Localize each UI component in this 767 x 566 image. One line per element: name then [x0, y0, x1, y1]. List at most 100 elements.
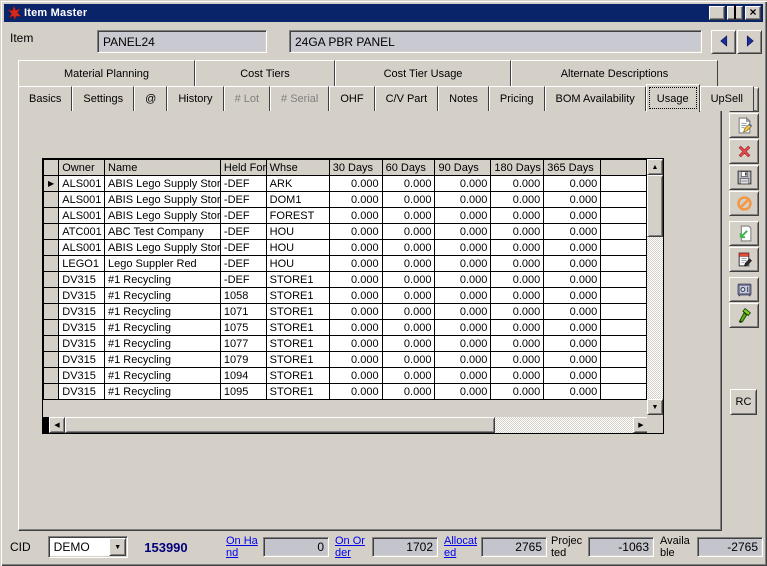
horizontal-scrollbar[interactable]: ◀ ▶: [43, 417, 649, 433]
cell-whse[interactable]: STORE1: [266, 368, 329, 384]
cell-usage-value[interactable]: 0.000: [435, 288, 491, 304]
cell-owner[interactable]: DV315: [59, 288, 105, 304]
cell-held-for[interactable]: 1077: [220, 336, 266, 352]
cell-usage-value[interactable]: 0.000: [435, 304, 491, 320]
column-header-name[interactable]: Name: [105, 160, 221, 176]
cell-usage-value[interactable]: 0.000: [382, 224, 435, 240]
title-bar[interactable]: Item Master ×: [4, 4, 763, 22]
edit-record-button[interactable]: [729, 113, 759, 138]
tab-notes[interactable]: Notes: [438, 86, 489, 111]
cell-name[interactable]: Lego Suppler Red: [105, 256, 221, 272]
cell-usage-value[interactable]: 0.000: [329, 304, 382, 320]
cell-usage-value[interactable]: 0.000: [544, 192, 601, 208]
next-item-button[interactable]: [737, 30, 762, 54]
cell-name[interactable]: #1 Recycling: [105, 384, 221, 400]
cell-usage-value[interactable]: 0.000: [382, 176, 435, 192]
cell-usage-value[interactable]: 0.000: [329, 368, 382, 384]
column-header-owner[interactable]: Owner: [59, 160, 105, 176]
cell-usage-value[interactable]: 0.000: [544, 336, 601, 352]
cell-owner[interactable]: ATC001: [59, 224, 105, 240]
tab-lot[interactable]: # Lot: [224, 86, 270, 111]
cell-owner[interactable]: ALS001: [59, 176, 105, 192]
item-code-field[interactable]: PANEL24: [97, 30, 267, 53]
table-row[interactable]: ATC001ABC Test Company-DEFHOU0.0000.0000…: [44, 224, 647, 240]
cell-usage-value[interactable]: 0.000: [382, 288, 435, 304]
company-combobox[interactable]: DEMO ▼: [48, 536, 129, 558]
tab-settings[interactable]: Settings: [72, 86, 134, 111]
vertical-scrollbar[interactable]: ▲ ▼: [647, 159, 663, 415]
cell-owner[interactable]: DV315: [59, 320, 105, 336]
cell-usage-value[interactable]: 0.000: [329, 208, 382, 224]
cell-usage-value[interactable]: 0.000: [544, 176, 601, 192]
cell-held-for[interactable]: 1094: [220, 368, 266, 384]
tab-upsell[interactable]: UpSell: [700, 86, 754, 111]
scroll-left-icon[interactable]: ◀: [49, 417, 65, 433]
row-selector[interactable]: [44, 320, 59, 336]
table-row[interactable]: DV315#1 Recycling1058STORE10.0000.0000.0…: [44, 288, 647, 304]
cell-whse[interactable]: STORE1: [266, 272, 329, 288]
tab-cost-tiers[interactable]: Cost Tiers: [195, 60, 335, 86]
cell-held-for[interactable]: 1058: [220, 288, 266, 304]
cell-owner[interactable]: ALS001: [59, 208, 105, 224]
tab-history[interactable]: History: [167, 86, 223, 111]
cell-owner[interactable]: DV315: [59, 368, 105, 384]
cell-name[interactable]: #1 Recycling: [105, 320, 221, 336]
column-header-90-days[interactable]: 90 Days: [435, 160, 491, 176]
vertical-scroll-thumb[interactable]: [647, 175, 663, 237]
cell-held-for[interactable]: 1079: [220, 352, 266, 368]
cell-usage-value[interactable]: 0.000: [435, 384, 491, 400]
cell-usage-value[interactable]: 0.000: [435, 176, 491, 192]
cell-usage-value[interactable]: 0.000: [544, 208, 601, 224]
cell-usage-value[interactable]: 0.000: [491, 272, 544, 288]
cell-usage-value[interactable]: 0.000: [544, 320, 601, 336]
tab-pricing[interactable]: Pricing: [489, 86, 545, 111]
cell-whse[interactable]: STORE1: [266, 384, 329, 400]
cell-name[interactable]: ABIS Lego Supply Store: [105, 208, 221, 224]
maximize-button[interactable]: [727, 6, 743, 20]
cell-name[interactable]: #1 Recycling: [105, 336, 221, 352]
row-selector[interactable]: [44, 368, 59, 384]
row-selector[interactable]: [44, 304, 59, 320]
cell-usage-value[interactable]: 0.000: [491, 208, 544, 224]
on-order-label[interactable]: On Order: [335, 535, 369, 559]
on-hand-label[interactable]: On Hand: [226, 535, 260, 559]
cell-usage-value[interactable]: 0.000: [491, 320, 544, 336]
cell-whse[interactable]: STORE1: [266, 288, 329, 304]
cell-owner[interactable]: ALS001: [59, 192, 105, 208]
cell-usage-value[interactable]: 0.000: [491, 176, 544, 192]
row-selector[interactable]: [44, 272, 59, 288]
row-selector[interactable]: [44, 208, 59, 224]
cell-whse[interactable]: HOU: [266, 240, 329, 256]
horizontal-scroll-track[interactable]: [495, 417, 633, 433]
tab-[interactable]: @: [134, 86, 167, 111]
cell-usage-value[interactable]: 0.000: [435, 336, 491, 352]
cell-name[interactable]: #1 Recycling: [105, 352, 221, 368]
column-header-30-days[interactable]: 30 Days: [329, 160, 382, 176]
cell-usage-value[interactable]: 0.000: [382, 240, 435, 256]
rc-button[interactable]: RC: [730, 389, 757, 415]
column-header-60-days[interactable]: 60 Days: [382, 160, 435, 176]
cell-held-for[interactable]: 1071: [220, 304, 266, 320]
cell-held-for[interactable]: -DEF: [220, 240, 266, 256]
cell-name[interactable]: #1 Recycling: [105, 288, 221, 304]
cell-usage-value[interactable]: 0.000: [329, 336, 382, 352]
cell-usage-value[interactable]: 0.000: [544, 256, 601, 272]
cell-name[interactable]: ABIS Lego Supply Store: [105, 192, 221, 208]
cell-name[interactable]: ABIS Lego Supply Store: [105, 240, 221, 256]
row-selector[interactable]: [44, 352, 59, 368]
revert-button[interactable]: [729, 221, 759, 246]
row-selector[interactable]: [44, 256, 59, 272]
row-selector[interactable]: [44, 192, 59, 208]
notes-button[interactable]: [729, 247, 759, 272]
minimize-button[interactable]: [709, 6, 725, 20]
save-record-button[interactable]: [729, 165, 759, 190]
cell-usage-value[interactable]: 0.000: [544, 272, 601, 288]
cell-held-for[interactable]: 1075: [220, 320, 266, 336]
cell-usage-value[interactable]: 0.000: [491, 240, 544, 256]
row-selector[interactable]: [44, 240, 59, 256]
tab-ohf[interactable]: OHF: [329, 86, 374, 111]
cell-usage-value[interactable]: 0.000: [435, 368, 491, 384]
cell-owner[interactable]: DV315: [59, 336, 105, 352]
column-header-held-for[interactable]: Held For: [220, 160, 266, 176]
cell-whse[interactable]: HOU: [266, 224, 329, 240]
